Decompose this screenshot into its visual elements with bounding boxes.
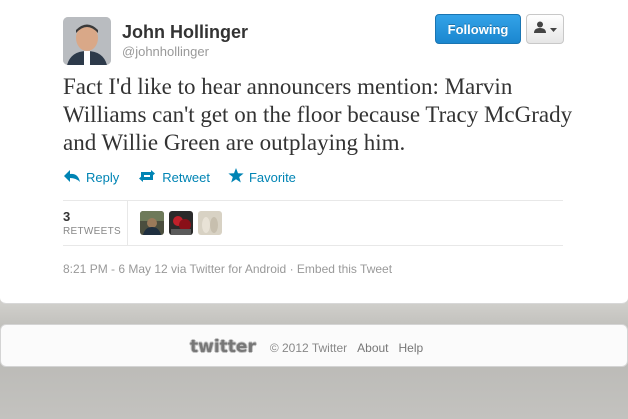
profile-avatar[interactable]	[63, 17, 111, 65]
retweet-count[interactable]: 3	[63, 209, 70, 224]
user-dropdown-button[interactable]	[526, 14, 564, 44]
footer-about-link[interactable]: About	[357, 341, 388, 355]
following-button[interactable]: Following	[435, 14, 521, 44]
divider-bottom	[63, 245, 563, 246]
tweet-stats: 3 RETWEETS	[63, 201, 563, 245]
via-text: via	[167, 262, 190, 276]
retweet-count-label: RETWEETS	[63, 226, 121, 237]
retweeter-avatar[interactable]	[169, 211, 193, 235]
chevron-down-icon	[550, 20, 557, 38]
page-footer: twitter © 2012 Twitter About Help	[0, 324, 628, 367]
favorite-label: Favorite	[248, 169, 296, 185]
footer-help-link[interactable]: Help	[399, 341, 424, 355]
reply-icon	[63, 169, 81, 186]
twitter-logo[interactable]: twitter	[190, 337, 256, 357]
retweeter-avatar[interactable]	[140, 211, 164, 235]
favorite-button[interactable]: Favorite	[228, 168, 296, 186]
retweet-label: Retweet	[162, 169, 210, 185]
tweet-actions: Reply Retweet Favorite	[63, 168, 296, 186]
tweet-source[interactable]: Twitter for Android	[190, 262, 287, 276]
footer-copyright: © 2012 Twitter	[269, 341, 348, 355]
tweet-meta: 8:21 PM - 6 May 12 via Twitter for Andro…	[63, 262, 392, 276]
embed-tweet-link[interactable]: Embed this Tweet	[297, 262, 392, 276]
meta-separator: ·	[286, 262, 297, 276]
tweet-text: Fact I'd like to hear announcers mention…	[63, 74, 573, 155]
star-icon	[228, 168, 244, 186]
user-screen-name[interactable]: @johnhollinger	[122, 44, 209, 59]
stats-divider	[127, 201, 128, 245]
reply-button[interactable]: Reply	[63, 168, 119, 186]
person-icon	[533, 20, 547, 39]
retweeter-avatars	[140, 211, 222, 235]
retweet-icon	[137, 169, 157, 186]
user-fullname[interactable]: John Hollinger	[122, 22, 248, 43]
retweet-button[interactable]: Retweet	[137, 168, 210, 186]
retweeter-avatar[interactable]	[198, 211, 222, 235]
reply-label: Reply	[86, 169, 120, 185]
tweet-timestamp[interactable]: 8:21 PM - 6 May 12	[63, 262, 168, 276]
tweet-card: John Hollinger @johnhollinger Following …	[0, 0, 628, 304]
